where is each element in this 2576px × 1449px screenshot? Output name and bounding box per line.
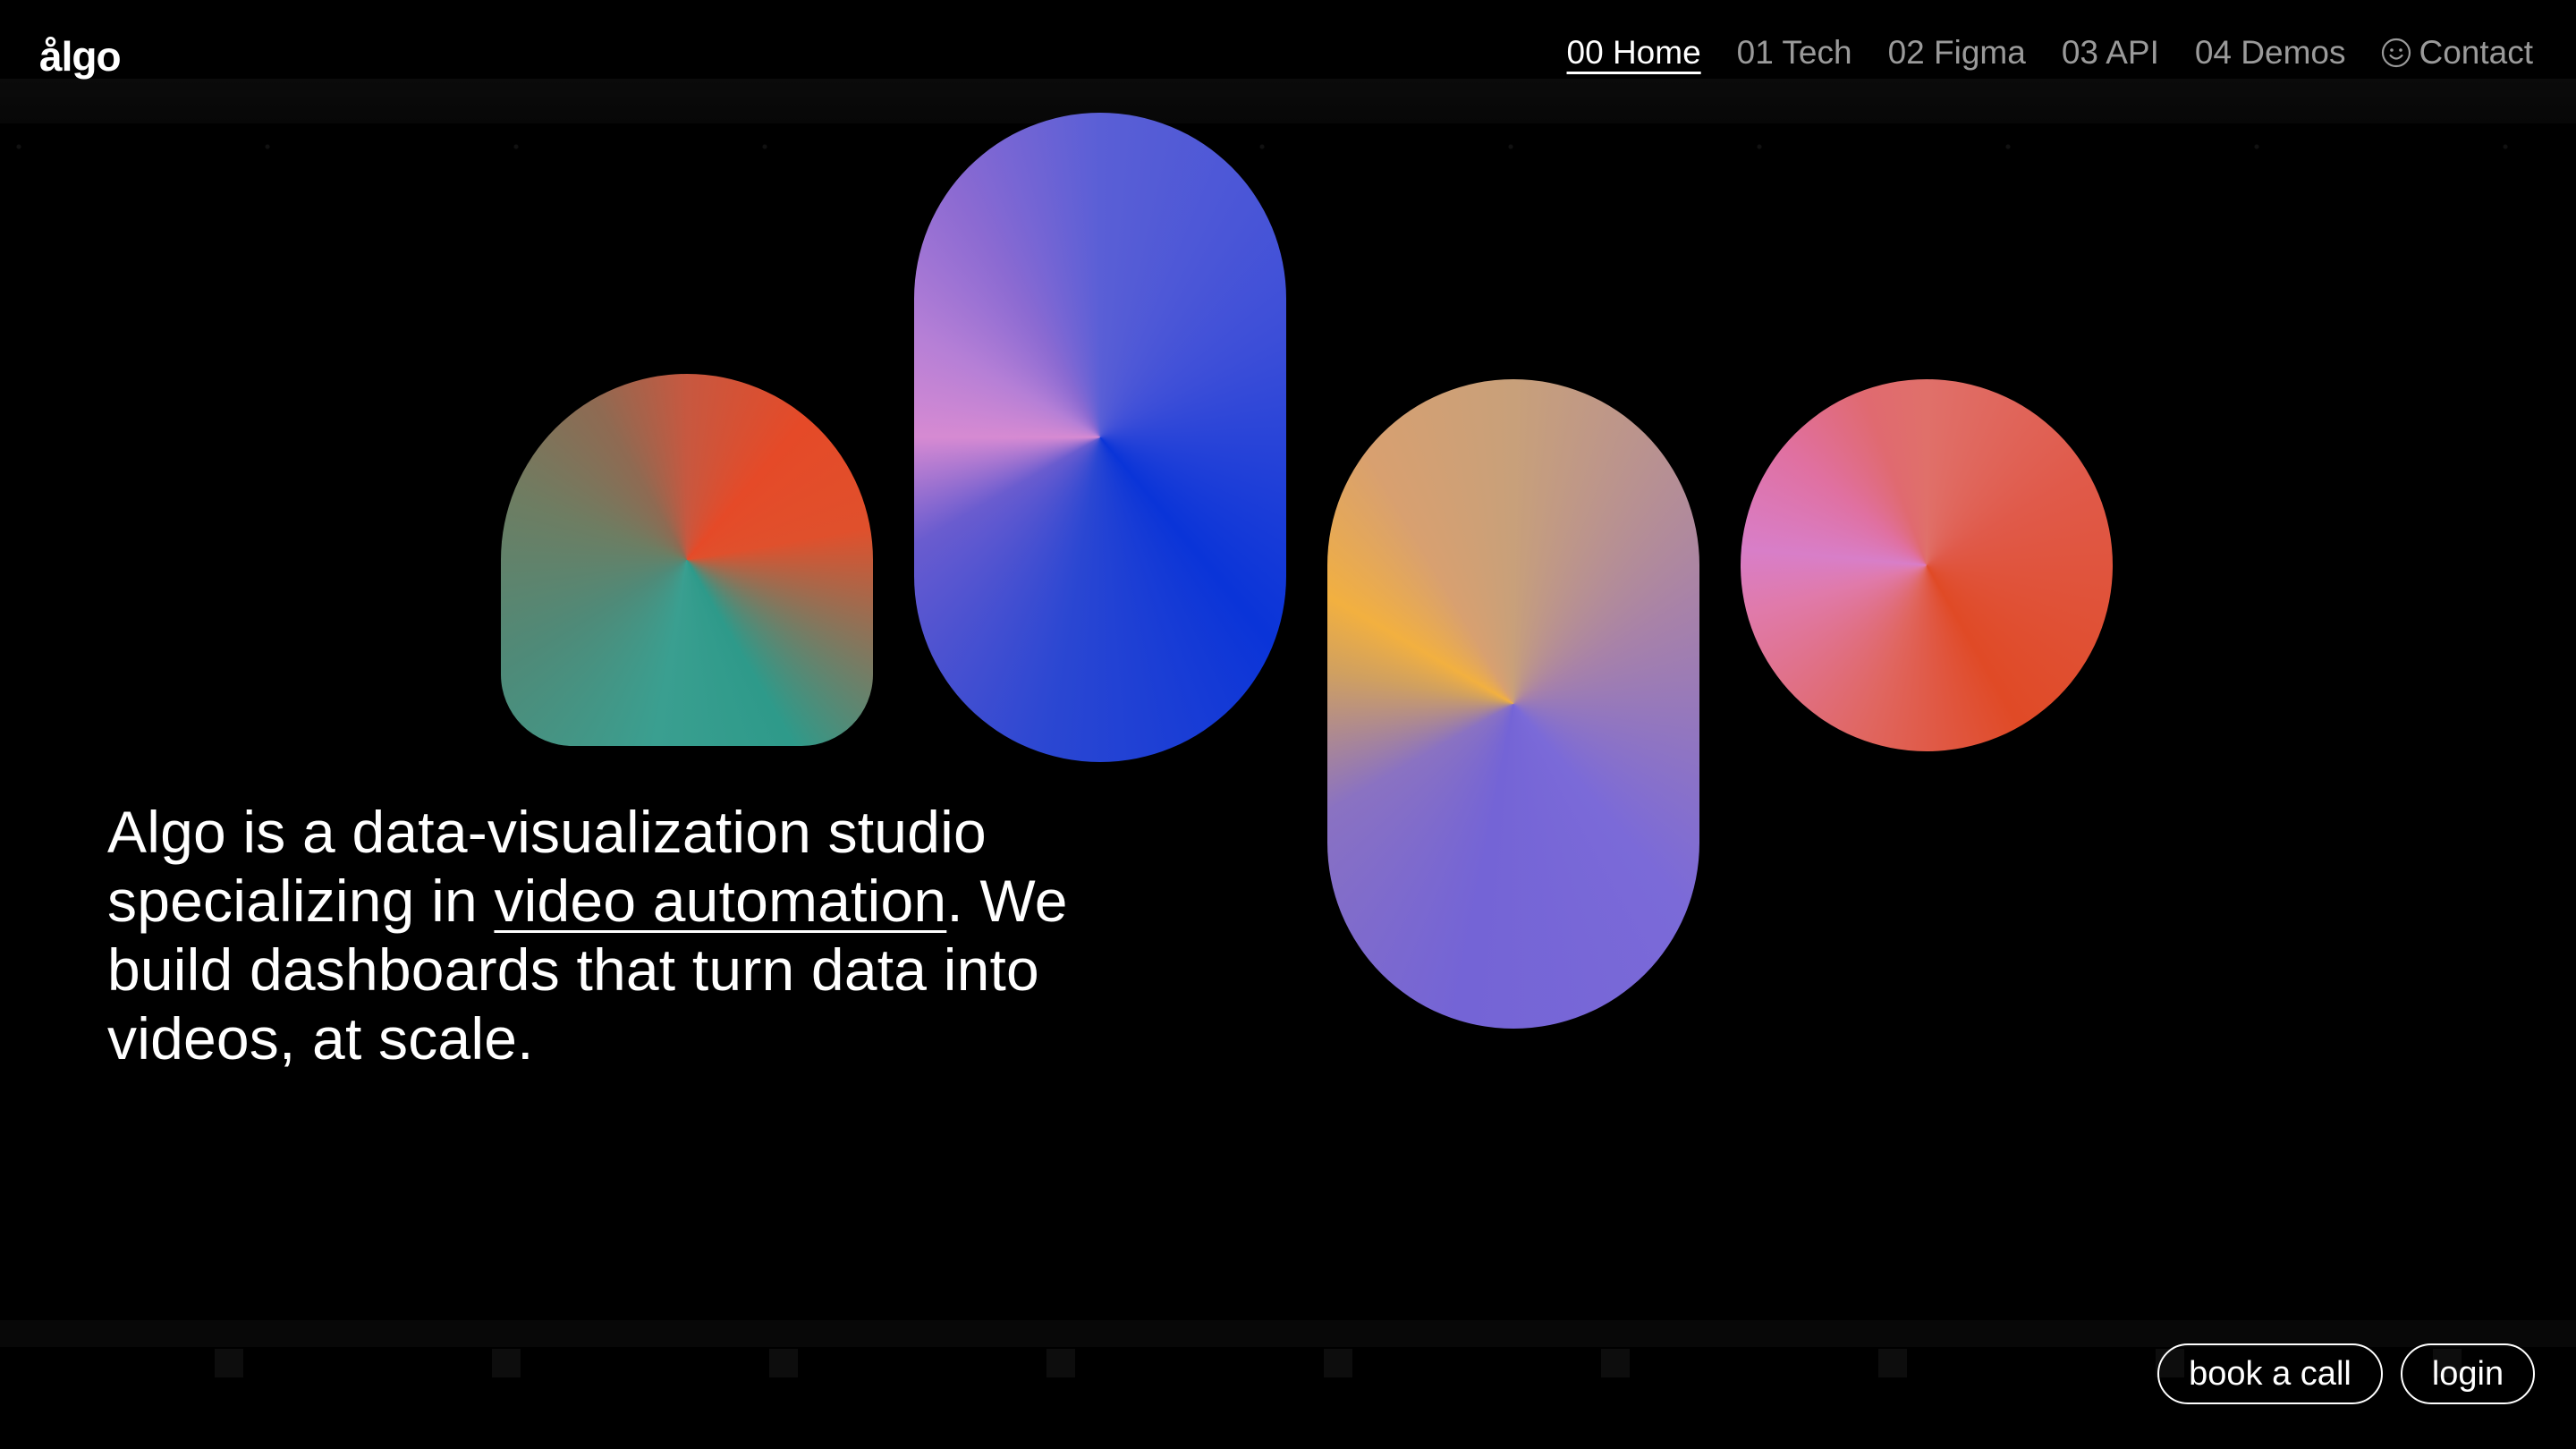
gradient-pill-shape — [1327, 379, 1699, 1029]
login-button[interactable]: login — [2401, 1343, 2535, 1404]
nav-item-contact[interactable]: Contact — [2381, 34, 2533, 72]
header-band — [0, 79, 2576, 123]
nav-item-api[interactable]: 03 API — [2062, 34, 2159, 72]
gradient-pill-shape-tall — [914, 113, 1286, 762]
nav-item-demos[interactable]: 04 Demos — [2195, 34, 2346, 72]
gradient-circle-shape — [1741, 379, 2113, 751]
hero-headline: Algo is a data-visualization studio spec… — [107, 798, 1127, 1073]
smile-icon — [2382, 38, 2411, 68]
main-nav: 00 Home 01 Tech 02 Figma 03 API 04 Demos… — [1567, 34, 2533, 72]
nav-item-figma[interactable]: 02 Figma — [1888, 34, 2026, 72]
nav-contact-label: Contact — [2419, 34, 2533, 71]
logo[interactable]: ålgo — [39, 32, 122, 80]
header-dots — [0, 143, 2576, 150]
video-automation-link[interactable]: video automation — [494, 868, 946, 934]
nav-item-home[interactable]: 00 Home — [1567, 34, 1701, 72]
nav-item-tech[interactable]: 01 Tech — [1737, 34, 1852, 72]
gradient-arch-shape — [501, 374, 873, 746]
book-a-call-button[interactable]: book a call — [2157, 1343, 2383, 1404]
